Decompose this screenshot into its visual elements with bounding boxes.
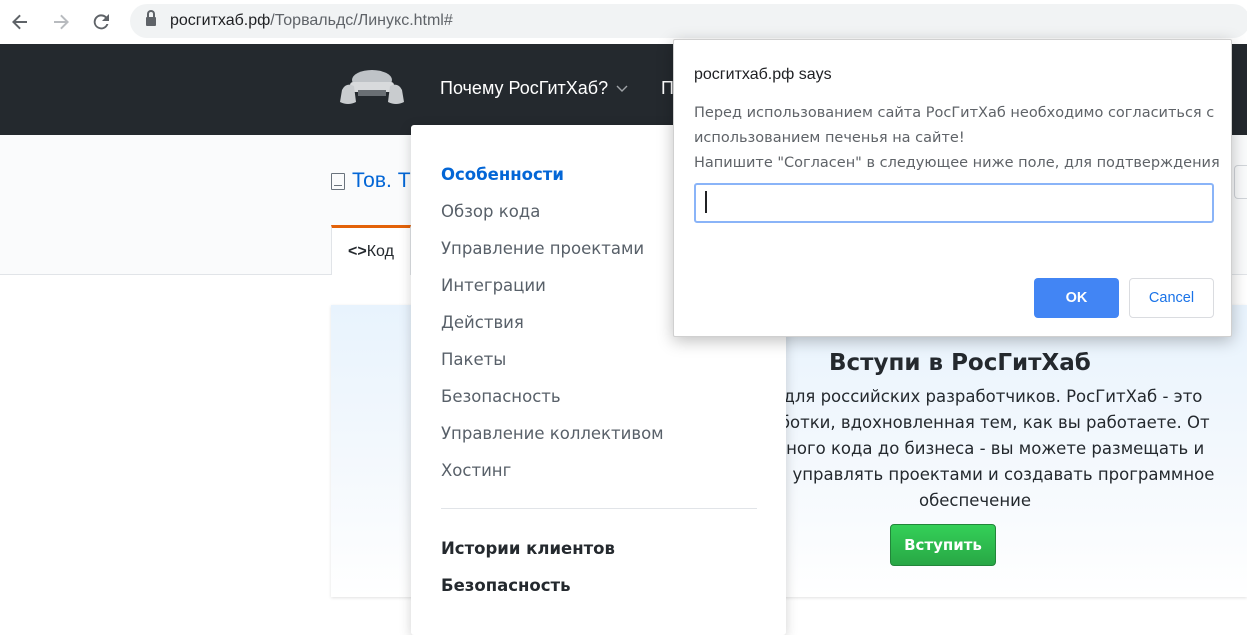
join-line: ван для российских разработчиков. РосГит… — [747, 387, 1203, 406]
repo-book-icon — [331, 172, 345, 190]
forward-button[interactable] — [41, 2, 81, 42]
dialog-input[interactable] — [694, 183, 1214, 223]
arrow-left-icon — [12, 14, 27, 30]
reload-button[interactable] — [81, 2, 121, 42]
browser-toolbar: росгитхаб.рф/Торвальдс/Линукс.html# — [0, 0, 1247, 44]
nav-item-cut[interactable]: П — [661, 78, 674, 99]
menu-item-actions[interactable]: Действия — [441, 313, 524, 332]
menu-divider — [441, 508, 757, 509]
tab-code[interactable]: <> Код — [331, 225, 411, 275]
address-bar[interactable]: росгитхаб.рф/Торвальдс/Линукс.html# — [130, 4, 1247, 38]
menu-item-security-bottom[interactable]: Безопасность — [441, 576, 571, 595]
reload-icon — [93, 14, 109, 30]
menu-item-security[interactable]: Безопасность — [441, 387, 561, 406]
back-button[interactable] — [0, 2, 40, 42]
menu-item-hosting[interactable]: Хостинг — [441, 461, 511, 480]
repo-title[interactable]: Тов. Т — [331, 169, 411, 193]
tab-code-label: Код — [366, 242, 394, 260]
menu-item-features[interactable]: Особенности — [441, 165, 564, 184]
menu-item-project-management[interactable]: Управление проектами — [441, 239, 644, 258]
text-caret — [705, 191, 707, 213]
lock-icon — [146, 10, 156, 27]
dialog-title: росгитхаб.рф says — [694, 66, 832, 83]
join-description: ван для российских разработчиков. РосГит… — [720, 384, 1230, 514]
nav-why-label: Почему РосГитХаб? — [440, 78, 609, 98]
arrow-right-icon — [54, 14, 69, 30]
join-line: ь код, управлять проектами и создавать п… — [735, 465, 1215, 484]
join-line: обеспечение — [919, 491, 1031, 510]
join-button[interactable]: Вступить — [890, 524, 996, 566]
code-icon: <> — [348, 242, 367, 260]
menu-item-code-review[interactable]: Обзор кода — [441, 202, 540, 221]
join-line: азработки, вдохновленная тем, как вы раб… — [740, 413, 1210, 432]
dialog-message-line: Напишите "Согласен" в следующее ниже пол… — [694, 155, 1220, 171]
menu-item-team-management[interactable]: Управление коллективом — [441, 424, 664, 443]
menu-item-customer-stories[interactable]: Истории клиентов — [441, 539, 615, 558]
ushanka-logo-icon[interactable] — [332, 68, 412, 108]
dialog-message: Перед использованием сайта РосГитХаб нео… — [694, 101, 1220, 176]
chevron-down-icon — [616, 85, 628, 92]
menu-item-integrations[interactable]: Интеграции — [441, 276, 546, 295]
url-host: росгитхаб.рф — [170, 12, 271, 29]
menu-item-packages[interactable]: Пакеты — [441, 350, 506, 369]
join-title: Вступи в РосГитХаб — [829, 350, 1091, 376]
url-path: /Торвальдс/Линукс.html# — [270, 12, 453, 29]
dialog-message-line: Перед использованием сайта РосГитХаб нео… — [694, 105, 1215, 121]
join-line: сходного кода до бизнеса - вы можете раз… — [745, 439, 1205, 458]
cancel-button[interactable]: Cancel — [1129, 278, 1214, 318]
repo-title-text: Тов. Т — [352, 169, 411, 192]
nav-why[interactable]: Почему РосГитХаб? — [440, 78, 628, 99]
ok-button[interactable]: OK — [1034, 278, 1119, 318]
dialog-message-line: использованием печенья на сайте! — [694, 130, 965, 146]
repo-action-button[interactable] — [1234, 165, 1247, 199]
prompt-dialog: росгитхаб.рф says Перед использованием с… — [673, 39, 1232, 337]
